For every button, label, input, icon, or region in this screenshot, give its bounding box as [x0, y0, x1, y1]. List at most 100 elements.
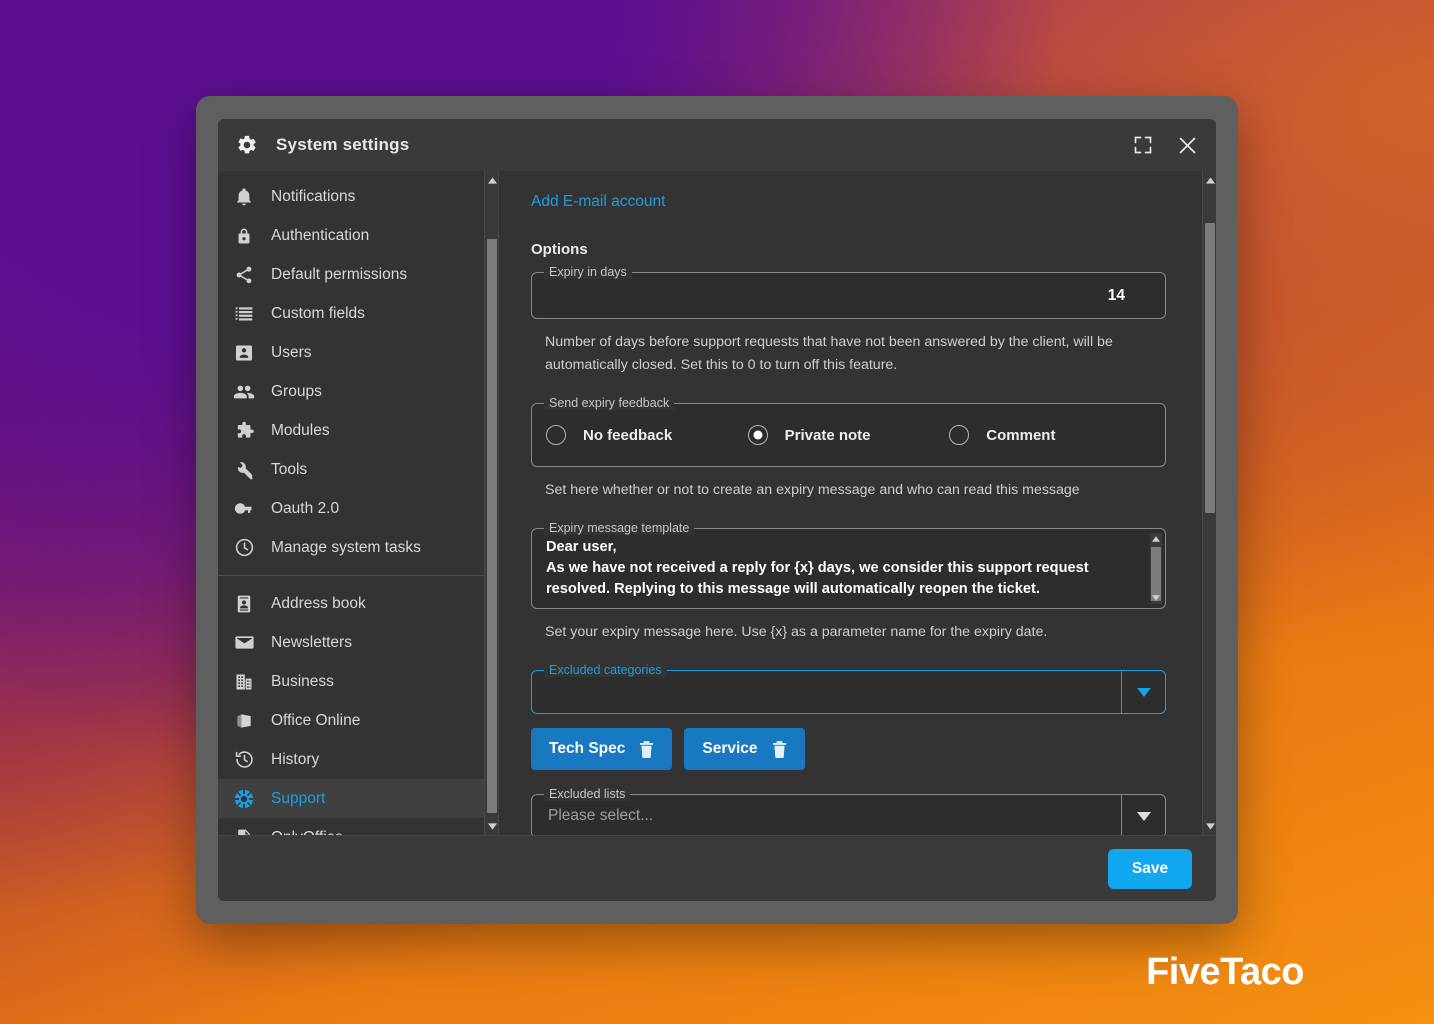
sidebar-item-business[interactable]: Business [218, 662, 498, 701]
key-icon [233, 498, 255, 520]
sidebar-item-label: Modules [271, 421, 330, 439]
sidebar-item-history[interactable]: History [218, 740, 498, 779]
excluded-lists-select[interactable]: Excluded lists Please select... [531, 787, 1166, 835]
sidebar-item-notifications[interactable]: Notifications [218, 177, 498, 216]
fullscreen-icon[interactable] [1128, 130, 1158, 160]
sidebar-item-tools[interactable]: Tools [218, 450, 498, 489]
radio-circle-icon [949, 425, 970, 445]
send-expiry-feedback-helper: Set here whether or not to create an exp… [545, 482, 1080, 498]
template-scroll-down-icon[interactable] [1150, 592, 1162, 604]
chip-service[interactable]: Service [684, 728, 805, 770]
expiry-in-days-box[interactable]: Expiry in days 14 [531, 265, 1166, 319]
sidebar-item-address-book[interactable]: Address book [218, 584, 498, 623]
chip-label: Service [702, 740, 758, 757]
save-button[interactable]: Save [1108, 848, 1192, 889]
window-actions [1128, 130, 1202, 160]
send-expiry-feedback-field: Send expiry feedback No feedback Private… [531, 396, 1166, 467]
watermark: FiveTaco [1146, 951, 1304, 993]
excluded-lists-value[interactable]: Please select... [532, 795, 1121, 835]
sidebar-item-authentication[interactable]: Authentication [218, 216, 498, 255]
sidebar-item-label: Oauth 2.0 [271, 499, 340, 517]
options-heading: Options [531, 241, 588, 258]
content-scroll-up-icon[interactable] [1203, 173, 1216, 187]
expiry-message-template-helper: Set your expiry message here. Use {x} as… [545, 624, 1048, 640]
office-icon [233, 710, 255, 732]
excluded-categories-field: Excluded categories [531, 663, 1166, 714]
sidebar-scroll-down-icon[interactable] [485, 819, 498, 833]
sidebar-scroll-up-icon[interactable] [485, 173, 498, 187]
content-scrollbar[interactable] [1202, 171, 1216, 835]
sidebar-item-office-online[interactable]: Office Online [218, 701, 498, 740]
sidebar-item-label: Users [271, 343, 312, 361]
sidebar-scrollbar[interactable] [484, 171, 498, 835]
titlebar-left-group: System settings [236, 134, 409, 156]
sidebar-item-label: Groups [271, 382, 322, 400]
sidebar-item-support[interactable]: Support [218, 779, 498, 818]
excluded-categories-value[interactable] [532, 671, 1121, 713]
sidebar-item-users[interactable]: Users [218, 333, 498, 372]
send-expiry-feedback-label: Send expiry feedback [544, 396, 675, 410]
sidebar-item-onlyoffice[interactable]: OnlyOffice [218, 818, 498, 835]
sidebar-item-label: Office Online [271, 711, 361, 729]
dialog-footer: Save [218, 835, 1216, 901]
close-icon[interactable] [1172, 130, 1202, 160]
sidebar-item-default-permissions[interactable]: Default permissions [218, 255, 498, 294]
sidebar-item-label: Custom fields [271, 304, 365, 322]
building-icon [233, 671, 255, 693]
radio-label: No feedback [583, 426, 673, 444]
sidebar-scroll-thumb[interactable] [487, 239, 497, 813]
support-icon [233, 788, 255, 810]
excluded-lists-field: Excluded lists Please select... [531, 787, 1166, 835]
sidebar-item-custom-fields[interactable]: Custom fields [218, 294, 498, 333]
sidebar-item-manage-system-tasks[interactable]: Manage system tasks [218, 528, 498, 567]
excluded-categories-select[interactable]: Excluded categories [531, 663, 1166, 714]
content-scroll-thumb[interactable] [1205, 223, 1215, 513]
chip-label: Tech Spec [549, 740, 626, 757]
add-email-account-link[interactable]: Add E-mail account [531, 193, 665, 211]
radio-private-note[interactable]: Private note [747, 425, 950, 445]
trash-icon[interactable] [772, 740, 787, 758]
sidebar-item-label: Authentication [271, 226, 370, 244]
sidebar-item-groups[interactable]: Groups [218, 372, 498, 411]
sidebar-item-label: Newsletters [271, 633, 352, 651]
sidebar-item-label: OnlyOffice [271, 829, 343, 836]
people-icon [233, 381, 255, 403]
sidebar-item-modules[interactable]: Modules [218, 411, 498, 450]
radio-comment[interactable]: Comment [949, 425, 1151, 445]
radio-no-feedback[interactable]: No feedback [546, 425, 748, 445]
radio-circle-icon [747, 425, 768, 445]
radio-label: Comment [986, 426, 1056, 444]
wrench-icon [233, 459, 255, 481]
trash-icon[interactable] [639, 740, 654, 758]
list-icon [233, 303, 255, 325]
sidebar-item-label: Address book [271, 594, 366, 612]
chevron-down-icon[interactable] [1121, 795, 1165, 835]
sidebar-item-newsletters[interactable]: Newsletters [218, 623, 498, 662]
contact-book-icon [233, 593, 255, 615]
settings-content-panel: Add E-mail account Options Expiry in day… [498, 171, 1216, 835]
expiry-in-days-helper: Number of days before support requests t… [545, 334, 1113, 373]
dialog-titlebar: System settings [218, 119, 1216, 171]
excluded-lists-label: Excluded lists [544, 787, 631, 801]
sidebar-item-label: Business [271, 672, 334, 690]
sidebar-item-label: Manage system tasks [271, 538, 421, 556]
expiry-in-days-field: Expiry in days 14 [531, 265, 1166, 319]
content-scroll-down-icon[interactable] [1203, 819, 1216, 833]
history-icon [233, 749, 255, 771]
feedback-radio-group: No feedback Private note Comment [546, 404, 1151, 466]
user-card-icon [233, 342, 255, 364]
excluded-categories-chips: Tech Spec Service [531, 728, 1166, 770]
chip-tech-spec[interactable]: Tech Spec [531, 728, 673, 770]
expiry-message-template-textarea[interactable]: Dear user, As we have not received a rep… [546, 537, 1165, 600]
chevron-down-icon[interactable] [1121, 671, 1165, 713]
template-scrollbar[interactable] [1150, 533, 1162, 604]
puzzle-icon [233, 420, 255, 442]
sidebar-item-oauth[interactable]: Oauth 2.0 [218, 489, 498, 528]
expiry-message-template-box[interactable]: Expiry message template Dear user, As we… [531, 521, 1166, 609]
expiry-message-template-label: Expiry message template [544, 521, 695, 535]
template-scroll-up-icon[interactable] [1150, 533, 1162, 545]
system-settings-dialog: System settings Notifications Authentica… [218, 119, 1216, 901]
window-frame: System settings Notifications Authentica… [196, 96, 1238, 924]
expiry-in-days-input[interactable]: 14 [546, 273, 1151, 318]
envelope-icon [233, 632, 255, 654]
